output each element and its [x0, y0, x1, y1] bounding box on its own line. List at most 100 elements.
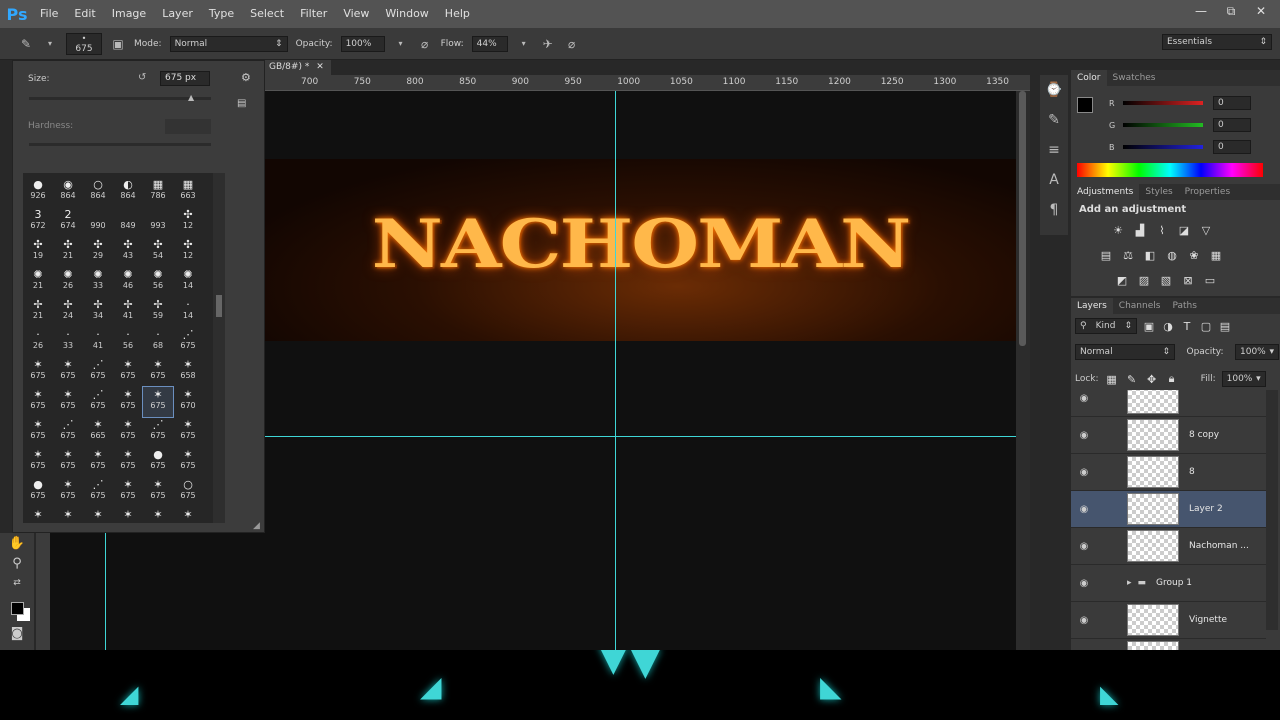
- mode-select[interactable]: Normal ⇕: [169, 35, 288, 52]
- brush-preset[interactable]: ◐ 864: [113, 177, 143, 207]
- flow-field[interactable]: 44%: [471, 35, 508, 52]
- brush-preset[interactable]: ✶ 675: [143, 357, 173, 387]
- brush-preset[interactable]: ✶ 675: [23, 417, 53, 447]
- brush-preset[interactable]: ● 675: [23, 477, 53, 507]
- brush-preset[interactable]: ✶ 675: [23, 447, 53, 477]
- menu-image[interactable]: Image: [104, 0, 154, 28]
- size-slider[interactable]: [29, 97, 211, 100]
- minimize-button[interactable]: —: [1192, 4, 1210, 18]
- brush-preset[interactable]: ✺ 26: [53, 267, 83, 297]
- brush-preset[interactable]: ✶: [173, 507, 203, 523]
- eye-icon[interactable]: ◉: [1071, 430, 1097, 441]
- channel-slider[interactable]: [1123, 123, 1203, 127]
- brush-preset[interactable]: ◉ 864: [53, 177, 83, 207]
- brush-preset[interactable]: ✶ 675: [113, 447, 143, 477]
- menu-select[interactable]: Select: [242, 0, 292, 28]
- layer-row[interactable]: ◉ Nachoman ...: [1071, 528, 1266, 565]
- brush-preset[interactable]: ✶ 675: [113, 387, 143, 417]
- gear-icon[interactable]: ⚙: [241, 71, 251, 84]
- document-tab[interactable]: GB/8#) * ✕: [265, 60, 331, 76]
- brush-preset[interactable]: ✣ 21: [53, 237, 83, 267]
- channel-value-field[interactable]: 0: [1213, 140, 1251, 154]
- color-swatches-icon[interactable]: [0, 593, 34, 623]
- eye-icon[interactable]: ◉: [1071, 467, 1097, 478]
- brush-panel-icon[interactable]: ✎: [1040, 105, 1068, 135]
- eye-icon[interactable]: ◉: [1071, 504, 1097, 515]
- brush-preset[interactable]: ● 675: [143, 447, 173, 477]
- brush-preset[interactable]: ✶: [113, 507, 143, 523]
- brush-preset[interactable]: ✶ 675: [23, 387, 53, 417]
- new-preset-icon[interactable]: ▤: [237, 98, 246, 109]
- brush-preset[interactable]: ▦ 786: [143, 177, 173, 207]
- vibrance-icon[interactable]: ▽: [1199, 223, 1213, 237]
- brush-preset[interactable]: ✺ 46: [113, 267, 143, 297]
- vertical-guide[interactable]: [105, 531, 106, 661]
- brush-preset[interactable]: ⋰ 675: [83, 357, 113, 387]
- brush-preset[interactable]: ✶ 665: [83, 417, 113, 447]
- brush-preset[interactable]: ✺ 14: [173, 267, 203, 297]
- menu-window[interactable]: Window: [377, 0, 436, 28]
- brush-preset[interactable]: ✶: [83, 507, 113, 523]
- exposure-icon[interactable]: ◪: [1177, 223, 1191, 237]
- eye-icon[interactable]: ◉: [1071, 578, 1097, 589]
- brush-tool-icon[interactable]: ✎: [18, 36, 34, 52]
- zoom-tool-icon[interactable]: ⚲: [0, 553, 34, 573]
- brush-preset[interactable]: ✶ 670: [173, 387, 203, 417]
- brush-preset[interactable]: · 33: [53, 327, 83, 357]
- opacity-field[interactable]: 100%: [340, 35, 385, 52]
- brush-preset[interactable]: ⋰ 675: [83, 477, 113, 507]
- blend-mode-select[interactable]: Normal ⇕: [1075, 344, 1175, 360]
- tab-paths[interactable]: Paths: [1166, 298, 1202, 314]
- brush-preset[interactable]: ✶ 675: [113, 357, 143, 387]
- layer-row[interactable]: ◉ Layer 2: [1071, 491, 1266, 528]
- canvas-vertical-scrollbar[interactable]: [1016, 91, 1030, 661]
- brush-preset[interactable]: ✶: [143, 507, 173, 523]
- filter-adjustment-icon[interactable]: ◑: [1161, 319, 1175, 333]
- brush-list-scrollbar[interactable]: [213, 173, 225, 523]
- brush-preset[interactable]: ✺ 56: [143, 267, 173, 297]
- brush-preset[interactable]: ✢ 59: [143, 297, 173, 327]
- channel-mixer-icon[interactable]: ❀: [1187, 248, 1201, 262]
- brush-preset[interactable]: ⋰ 675: [173, 327, 203, 357]
- brush-preset[interactable]: ⋰ 675: [53, 417, 83, 447]
- brush-preset[interactable]: ✺ 21: [23, 267, 53, 297]
- tab-adjustments[interactable]: Adjustments: [1071, 184, 1140, 200]
- scrollbar-thumb[interactable]: [1019, 91, 1026, 346]
- restore-button[interactable]: ⧉: [1222, 4, 1240, 19]
- history-icon[interactable]: ⌚: [1040, 75, 1068, 105]
- menu-type[interactable]: Type: [201, 0, 242, 28]
- tab-layers[interactable]: Layers: [1071, 298, 1113, 314]
- brush-preset[interactable]: 849: [113, 207, 143, 237]
- size-slider-thumb[interactable]: ▲: [188, 93, 194, 102]
- brush-preset[interactable]: ✶ 675: [53, 447, 83, 477]
- brush-preset[interactable]: ✶ 675: [173, 417, 203, 447]
- brush-presets-icon[interactable]: ≡: [1040, 135, 1068, 165]
- tab-swatches[interactable]: Swatches: [1107, 70, 1162, 86]
- brush-preset[interactable]: ✶ 675: [53, 477, 83, 507]
- pressure-size-icon[interactable]: ⌀: [564, 36, 580, 52]
- brush-preset[interactable]: ✢ 24: [53, 297, 83, 327]
- brush-preset[interactable]: ⋰ 675: [83, 387, 113, 417]
- resize-grip-icon[interactable]: ◢: [253, 521, 260, 531]
- chevron-right-icon[interactable]: ▸: [1127, 578, 1132, 588]
- brush-preset[interactable]: ⋰ 675: [143, 417, 173, 447]
- brush-preset[interactable]: 993: [143, 207, 173, 237]
- brush-preset[interactable]: ✣ 12: [173, 207, 203, 237]
- color-balance-icon[interactable]: ⚖: [1121, 248, 1135, 262]
- brush-preset[interactable]: ○ 864: [83, 177, 113, 207]
- layer-filter-select[interactable]: ⚲ Kind ⇕: [1075, 318, 1137, 334]
- layer-row[interactable]: ◉ ▸ ▬ Group 1: [1071, 565, 1266, 602]
- brush-preset[interactable]: ✶ 675: [83, 447, 113, 477]
- brush-preset[interactable]: ✺ 33: [83, 267, 113, 297]
- menu-view[interactable]: View: [335, 0, 377, 28]
- brush-preset[interactable]: ✣ 43: [113, 237, 143, 267]
- channel-value-field[interactable]: 0: [1213, 96, 1251, 110]
- brush-preset[interactable]: ✶: [53, 507, 83, 523]
- levels-icon[interactable]: ▟: [1133, 223, 1147, 237]
- brush-preset[interactable]: ✢ 41: [113, 297, 143, 327]
- threshold-icon[interactable]: ▧: [1159, 273, 1173, 287]
- posterize-icon[interactable]: ▨: [1137, 273, 1151, 287]
- layer-row[interactable]: ◉ 8: [1071, 454, 1266, 491]
- brush-preset[interactable]: ✶ 658: [173, 357, 203, 387]
- reset-size-icon[interactable]: ↺: [138, 72, 146, 83]
